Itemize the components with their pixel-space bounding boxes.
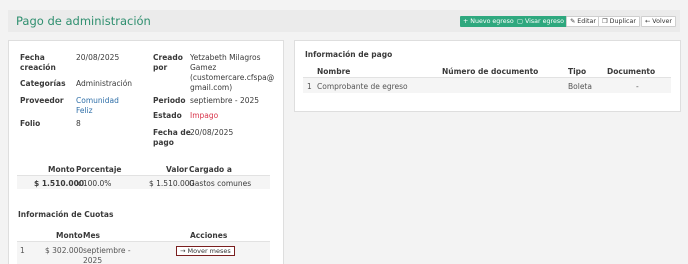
view-expense-button[interactable]: ▢ Visar egreso xyxy=(514,16,567,27)
cargado-cell: Gastos comunes xyxy=(189,179,252,188)
estado-label: Estado xyxy=(153,111,182,120)
copy-icon: ❐ xyxy=(602,18,608,25)
pi-nombre-header: Nombre xyxy=(317,67,351,76)
duplicate-button[interactable]: ❐ Duplicar xyxy=(598,16,640,27)
folio-value: 8 xyxy=(76,119,81,128)
edit-button[interactable]: ✎ Editar xyxy=(566,16,600,27)
pi-nombre: Comprobante de egreso xyxy=(317,82,408,91)
new-expense-button[interactable]: + Nuevo egreso xyxy=(460,16,517,27)
cuotas-acciones-header: Acciones xyxy=(190,231,228,240)
move-months-button[interactable]: → Mover meses xyxy=(176,246,235,256)
pi-index: 1 xyxy=(307,82,312,91)
back-button[interactable]: ← Volver xyxy=(641,16,676,27)
proveedor-link[interactable]: Comunidad Feliz xyxy=(76,96,119,116)
folio-label: Folio xyxy=(20,119,41,128)
fecha-creacion-value: 20/08/2025 xyxy=(76,53,120,62)
cuota-mes: septiembre -2025 xyxy=(83,246,131,264)
payment-info-title: Información de pago xyxy=(305,50,393,59)
pi-numero-header: Número de documento xyxy=(442,67,539,76)
cuota-monto: $ 302.000 xyxy=(45,246,84,255)
col-monto-header: Monto xyxy=(48,165,75,174)
categorias-value: Administración xyxy=(76,79,133,88)
document-icon: ▢ xyxy=(517,18,523,25)
categorias-label: Categorías xyxy=(20,79,66,88)
creado-por-label: Creado por xyxy=(153,53,183,72)
cuotas-title: Información de Cuotas xyxy=(18,210,114,219)
col-valor-header: Valor xyxy=(166,165,188,174)
cuotas-mes-header: Mes xyxy=(83,231,101,240)
fecha-pago-value: 20/08/2025 xyxy=(190,128,234,137)
cuotas-monto-header: Monto xyxy=(56,231,83,240)
periodo-label: Periodo xyxy=(153,96,186,105)
porcentaje-cell: x 100.0% xyxy=(76,179,112,188)
proveedor-label: Proveedor xyxy=(20,96,64,105)
pi-tipo: Boleta xyxy=(568,82,592,91)
periodo-value: septiembre - 2025 xyxy=(190,96,260,105)
cuota-index: 1 xyxy=(20,246,25,255)
estado-value: Impago xyxy=(190,111,219,120)
col-porcentaje-header: Porcentaje xyxy=(76,165,122,174)
arrow-left-icon: ← xyxy=(645,18,651,25)
fecha-creacion-label: Fecha creación xyxy=(20,53,56,72)
fecha-pago-label: Fecha de pago xyxy=(153,128,191,147)
pi-tipo-header: Tipo xyxy=(568,67,587,76)
creado-por-value: Yetzabeth Milagros Gamez (customercare.c… xyxy=(190,53,275,92)
pencil-icon: ✎ xyxy=(570,18,576,25)
col-cargado-header: Cargado a xyxy=(189,165,232,174)
pi-documento-header: Documento xyxy=(607,67,656,76)
valor-cell: $ 1.510.000 xyxy=(149,179,195,188)
page-title: Pago de administración xyxy=(16,14,151,28)
pi-documento: - xyxy=(636,82,639,91)
